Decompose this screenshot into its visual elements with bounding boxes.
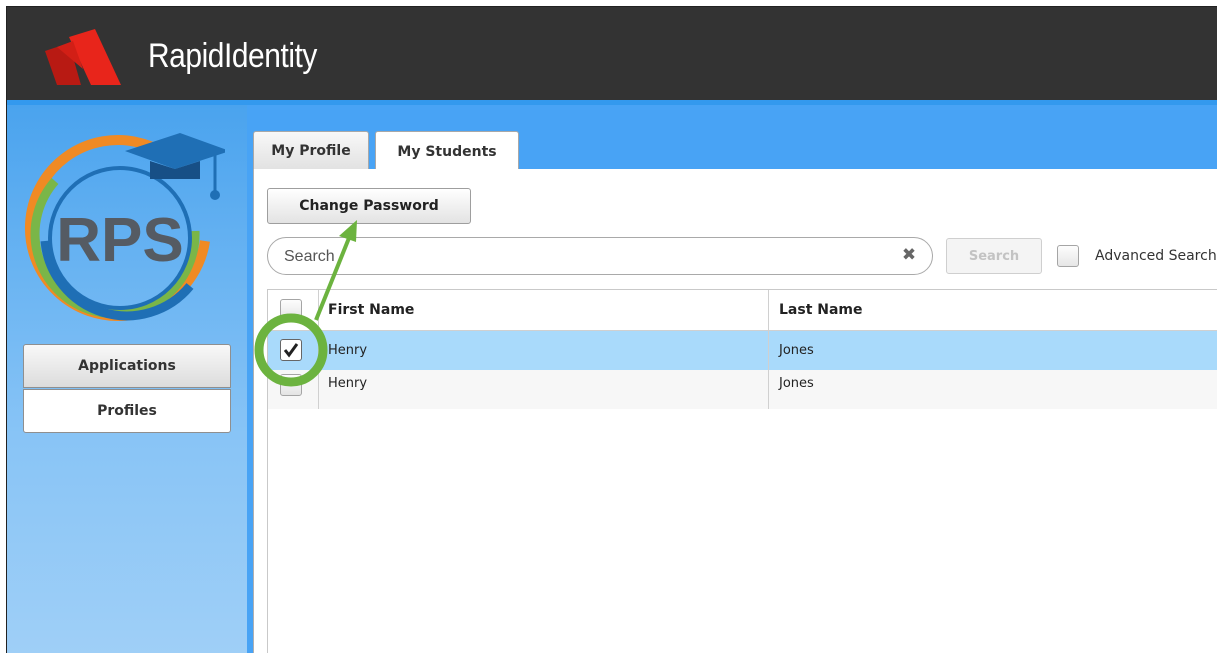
- column-divider: [318, 290, 319, 330]
- search-box: ✖: [267, 237, 933, 275]
- column-divider: [768, 290, 769, 330]
- table-header: First Name Last Name: [268, 290, 1217, 331]
- rps-school-logo-icon: RPS: [24, 133, 225, 321]
- cell-first-name: Henry: [328, 343, 368, 358]
- app-window: RapidIdentity RPS Applications Profiles …: [6, 6, 1217, 653]
- rapididentity-logo-icon: [45, 29, 121, 85]
- cell-last-name: Jones: [779, 343, 814, 358]
- table-row[interactable]: Henry Jones: [268, 370, 1217, 409]
- sidebar-item-applications[interactable]: Applications: [23, 344, 231, 388]
- cell-last-name: Jones: [779, 375, 814, 391]
- change-password-button[interactable]: Change Password: [267, 188, 471, 224]
- cell-first-name: Henry: [328, 375, 368, 391]
- table-row[interactable]: Henry Jones: [268, 331, 1217, 370]
- sidebar-item-label: Profiles: [97, 403, 157, 419]
- top-bar: RapidIdentity: [7, 7, 1217, 100]
- tab-my-students[interactable]: My Students: [375, 131, 519, 171]
- column-header-first-name[interactable]: First Name: [328, 290, 414, 330]
- app-title: RapidIdentity: [148, 37, 317, 75]
- search-button[interactable]: Search: [946, 238, 1042, 274]
- column-header-last-name[interactable]: Last Name: [779, 290, 863, 330]
- tab-my-profile[interactable]: My Profile: [253, 131, 369, 169]
- row-checkbox-checked[interactable]: [280, 339, 302, 361]
- search-input[interactable]: [282, 246, 876, 268]
- change-password-label: Change Password: [299, 198, 439, 214]
- sidebar-item-profiles[interactable]: Profiles: [23, 389, 231, 433]
- column-divider: [318, 331, 319, 370]
- tab-label: My Students: [397, 143, 497, 160]
- column-divider: [768, 331, 769, 370]
- advanced-search-checkbox[interactable]: [1057, 245, 1079, 267]
- checkmark-icon: [283, 343, 299, 358]
- search-button-label: Search: [968, 248, 1020, 264]
- students-table: First Name Last Name Henry Jones Henry J…: [267, 289, 1217, 653]
- sidebar-item-label: Applications: [78, 358, 176, 374]
- tab-label: My Profile: [271, 142, 351, 159]
- svg-text:RPS: RPS: [56, 206, 183, 275]
- advanced-search-label: Advanced Search: [1095, 248, 1217, 264]
- select-all-checkbox[interactable]: [280, 299, 302, 321]
- column-divider: [768, 370, 769, 409]
- column-divider: [318, 370, 319, 409]
- row-checkbox[interactable]: [280, 374, 302, 396]
- clear-search-icon[interactable]: ✖: [900, 246, 918, 264]
